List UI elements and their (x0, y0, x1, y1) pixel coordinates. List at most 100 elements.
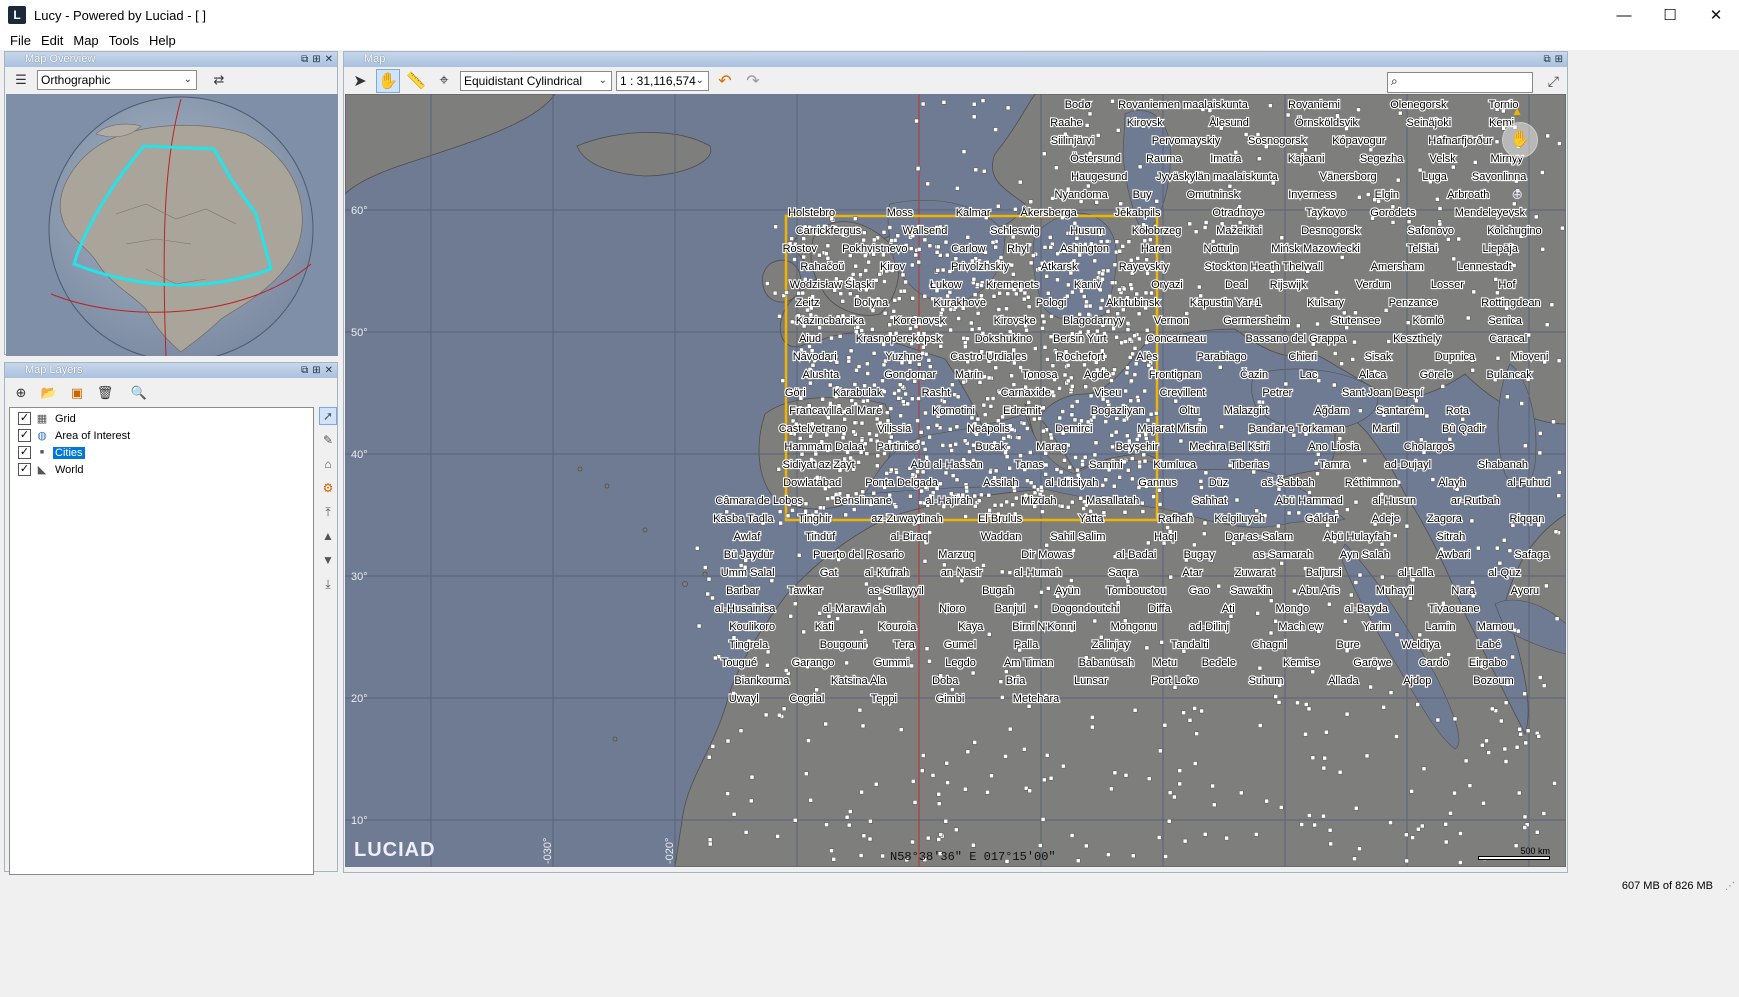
city-point[interactable] (871, 351, 877, 356)
city-point[interactable] (1353, 580, 1359, 585)
city-point[interactable] (915, 418, 920, 423)
city-point[interactable] (1393, 533, 1398, 538)
city-point[interactable] (1140, 500, 1145, 506)
city-point[interactable] (1048, 245, 1053, 250)
city-point[interactable] (1470, 367, 1475, 373)
city-point[interactable] (980, 98, 986, 103)
city-point[interactable] (1452, 790, 1457, 796)
city-point[interactable] (1066, 282, 1071, 288)
city-point[interactable] (1105, 309, 1111, 314)
city-point[interactable] (927, 243, 933, 248)
city-point[interactable] (783, 668, 789, 673)
city-point[interactable] (826, 614, 832, 619)
city-point[interactable] (859, 789, 864, 795)
city-point[interactable] (781, 706, 787, 712)
city-point[interactable] (905, 401, 911, 407)
city-point[interactable] (882, 389, 887, 394)
city-point[interactable] (1095, 133, 1101, 138)
city-point[interactable] (1324, 729, 1329, 735)
city-point[interactable] (776, 467, 782, 472)
city-point[interactable] (814, 687, 819, 693)
city-point[interactable] (785, 513, 791, 519)
city-point[interactable] (1202, 520, 1208, 526)
label-tag-icon[interactable]: ⌂ (319, 455, 337, 473)
city-point[interactable] (1394, 734, 1399, 739)
city-point[interactable] (969, 327, 975, 332)
city-point[interactable] (1339, 361, 1344, 366)
maximize-button[interactable]: ☐ (1647, 0, 1693, 30)
city-point[interactable] (1130, 476, 1135, 482)
city-point[interactable] (1044, 274, 1049, 279)
city-point[interactable] (962, 438, 968, 444)
city-point[interactable] (1322, 755, 1327, 761)
city-point[interactable] (1470, 579, 1475, 585)
city-point[interactable] (965, 749, 971, 755)
city-point[interactable] (807, 344, 812, 349)
city-point[interactable] (997, 290, 1002, 296)
city-point[interactable] (863, 441, 868, 447)
layer-row-world[interactable]: ✓ ◣ World (18, 461, 86, 478)
city-point[interactable] (1112, 770, 1118, 776)
city-point[interactable] (1014, 495, 1019, 501)
city-point[interactable] (1383, 308, 1389, 313)
city-point[interactable] (1285, 112, 1291, 118)
city-point[interactable] (1448, 811, 1453, 816)
city-point[interactable] (848, 348, 854, 354)
map-view[interactable]: Bodø Rovaniemen maalaiskunta Rovaniemi Olen… (345, 94, 1566, 867)
city-point[interactable] (1168, 574, 1173, 580)
city-point[interactable] (1172, 794, 1177, 800)
city-point[interactable] (1467, 783, 1473, 788)
city-point[interactable] (1149, 290, 1154, 296)
city-point[interactable] (858, 853, 864, 858)
city-point[interactable] (1004, 669, 1009, 674)
city-point[interactable] (1140, 509, 1146, 514)
city-point[interactable] (1114, 334, 1119, 340)
city-point[interactable] (874, 416, 880, 422)
city-point[interactable] (955, 186, 960, 191)
city-point[interactable] (1040, 326, 1045, 331)
ruler-icon[interactable]: 📏 (404, 69, 428, 93)
city-point[interactable] (1276, 523, 1281, 529)
city-point[interactable] (725, 738, 731, 744)
city-point[interactable] (1499, 718, 1504, 724)
city-point[interactable] (1037, 416, 1042, 421)
city-point[interactable] (1334, 290, 1339, 295)
city-point[interactable] (1041, 428, 1046, 434)
city-point[interactable] (1092, 258, 1098, 264)
city-point[interactable] (1122, 509, 1128, 515)
city-point[interactable] (1299, 822, 1304, 827)
city-point[interactable] (999, 502, 1004, 508)
city-point[interactable] (790, 319, 795, 325)
city-point[interactable] (1117, 248, 1123, 254)
city-point[interactable] (941, 100, 947, 105)
city-point[interactable] (749, 774, 755, 780)
city-point[interactable] (1404, 858, 1409, 864)
city-point[interactable] (1146, 540, 1151, 546)
city-point[interactable] (887, 225, 893, 230)
city-point[interactable] (993, 244, 998, 250)
city-point[interactable] (1073, 455, 1078, 460)
city-point[interactable] (1007, 465, 1012, 471)
city-point[interactable] (1307, 490, 1312, 495)
city-point[interactable] (892, 298, 898, 303)
city-point[interactable] (1414, 398, 1419, 404)
city-point[interactable] (903, 279, 908, 285)
city-point[interactable] (1105, 399, 1110, 404)
city-point[interactable] (910, 296, 915, 301)
city-point[interactable] (1142, 388, 1147, 394)
city-point[interactable] (902, 288, 907, 294)
city-point[interactable] (1173, 398, 1179, 404)
city-point[interactable] (940, 267, 946, 273)
city-point[interactable] (867, 431, 872, 437)
city-point[interactable] (908, 326, 913, 331)
city-point[interactable] (1227, 183, 1233, 189)
city-point[interactable] (961, 335, 966, 341)
city-point[interactable] (1417, 632, 1423, 638)
city-point[interactable] (1105, 268, 1111, 274)
city-point[interactable] (1049, 314, 1054, 319)
city-point[interactable] (985, 790, 990, 795)
city-point[interactable] (763, 712, 769, 718)
city-point[interactable] (1197, 417, 1203, 422)
city-point[interactable] (1136, 311, 1142, 317)
city-point[interactable] (936, 837, 941, 842)
